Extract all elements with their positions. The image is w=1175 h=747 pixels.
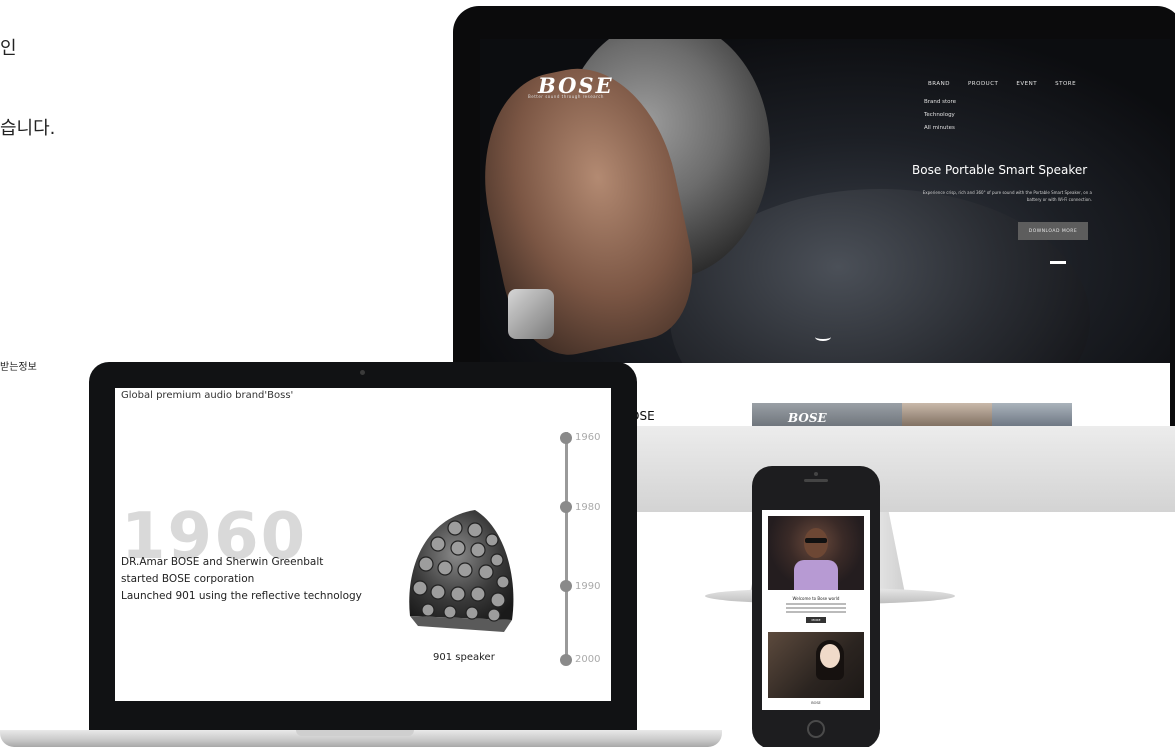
person-thumbnail-1[interactable]: [902, 403, 992, 428]
left-text-line-1: 인: [0, 38, 17, 59]
main-nav: BRAND PRODUCT EVENT STORE: [928, 81, 1076, 87]
timeline-year-1980[interactable]: 1980: [575, 502, 600, 513]
hero-more-button[interactable]: DOWNLOAD MORE: [1018, 222, 1088, 240]
store-thumbnail[interactable]: BOSE: [752, 403, 902, 428]
phone-second-image[interactable]: [768, 632, 864, 698]
timeline-year-2000[interactable]: 2000: [575, 654, 600, 665]
phone-hero-glasses: [805, 538, 827, 543]
hero-banner: BOSE Better sound through research BRAND…: [480, 39, 1170, 363]
phone-body-text: [786, 603, 846, 615]
phone-hero-face: [804, 528, 828, 558]
slide-indicator[interactable]: [1050, 261, 1066, 264]
submenu-brand-store[interactable]: Brand store: [924, 99, 956, 105]
scroll-down-icon[interactable]: [815, 333, 831, 341]
brand-submenu: Brand store Technology All minutes: [924, 99, 956, 138]
history-line-3: Launched 901 using the reflective techno…: [121, 590, 362, 602]
phone-camera: [814, 472, 818, 476]
history-text: DR.Amar BOSE and Sherwin Greenbalt start…: [121, 554, 362, 605]
history-line-2: started BOSE corporation: [121, 573, 255, 585]
timeline-dot-2000[interactable]: [560, 654, 572, 666]
hero-description: Experience crisp, rich and 360° of pure …: [922, 190, 1092, 202]
nav-event[interactable]: EVENT: [1016, 81, 1037, 87]
iphone-frame: Welcome to Bose world MORE BOSE: [752, 466, 880, 747]
timeline-year-1990[interactable]: 1990: [575, 581, 600, 592]
nav-product[interactable]: PRODUCT: [968, 81, 998, 87]
bose-logo-tagline: Better sound through research: [528, 94, 604, 99]
phone-speaker: [804, 479, 828, 482]
iphone-screen: Welcome to Bose world MORE BOSE: [762, 510, 870, 710]
timeline-dot-1980[interactable]: [560, 501, 572, 513]
timeline-line: [565, 432, 568, 658]
left-text-line-3: 받는정보: [0, 362, 37, 373]
speaker-caption: 901 speaker: [433, 652, 495, 663]
phone-person-face: [820, 644, 840, 668]
phone-text-line: [786, 603, 846, 605]
thumbnail-logo: BOSE: [788, 411, 827, 425]
hero-title: Bose Portable Smart Speaker: [912, 163, 1088, 177]
watch-shape: [508, 289, 554, 339]
phone-text-line: [786, 607, 846, 609]
timeline-year-1960[interactable]: 1960: [575, 432, 600, 443]
submenu-technology[interactable]: Technology: [924, 112, 956, 118]
speaker-image: [409, 510, 514, 632]
timeline-dot-1990[interactable]: [560, 580, 572, 592]
macbook-notch: [296, 730, 414, 736]
nav-store[interactable]: STORE: [1055, 81, 1076, 87]
mockup-stage: 인 습니다. 받는정보 BOSE Better sound through re…: [0, 0, 1175, 747]
nav-brand[interactable]: BRAND: [928, 81, 950, 87]
person-thumbnail-2[interactable]: [992, 403, 1072, 428]
brand-heading: Global premium audio brand'Boss': [121, 390, 294, 401]
left-text-line-2: 습니다.: [0, 118, 56, 139]
timeline-dot-1960[interactable]: [560, 432, 572, 444]
phone-caption: BOSE: [811, 701, 821, 705]
macbook-screen: Global premium audio brand'Boss' 1960 DR…: [115, 388, 611, 701]
submenu-all-minutes[interactable]: All minutes: [924, 125, 956, 131]
phone-text-line: [786, 611, 846, 613]
history-line-1: DR.Amar BOSE and Sherwin Greenbalt: [121, 556, 324, 568]
macbook-camera: [360, 370, 365, 375]
macbook-lid: Global premium audio brand'Boss' 1960 DR…: [89, 362, 637, 734]
phone-hero-image[interactable]: [768, 516, 864, 590]
phone-hero-top: [794, 560, 838, 590]
phone-title: Welcome to Bose world: [792, 596, 840, 601]
home-button[interactable]: [807, 720, 825, 738]
phone-more-button[interactable]: MORE: [806, 617, 826, 623]
